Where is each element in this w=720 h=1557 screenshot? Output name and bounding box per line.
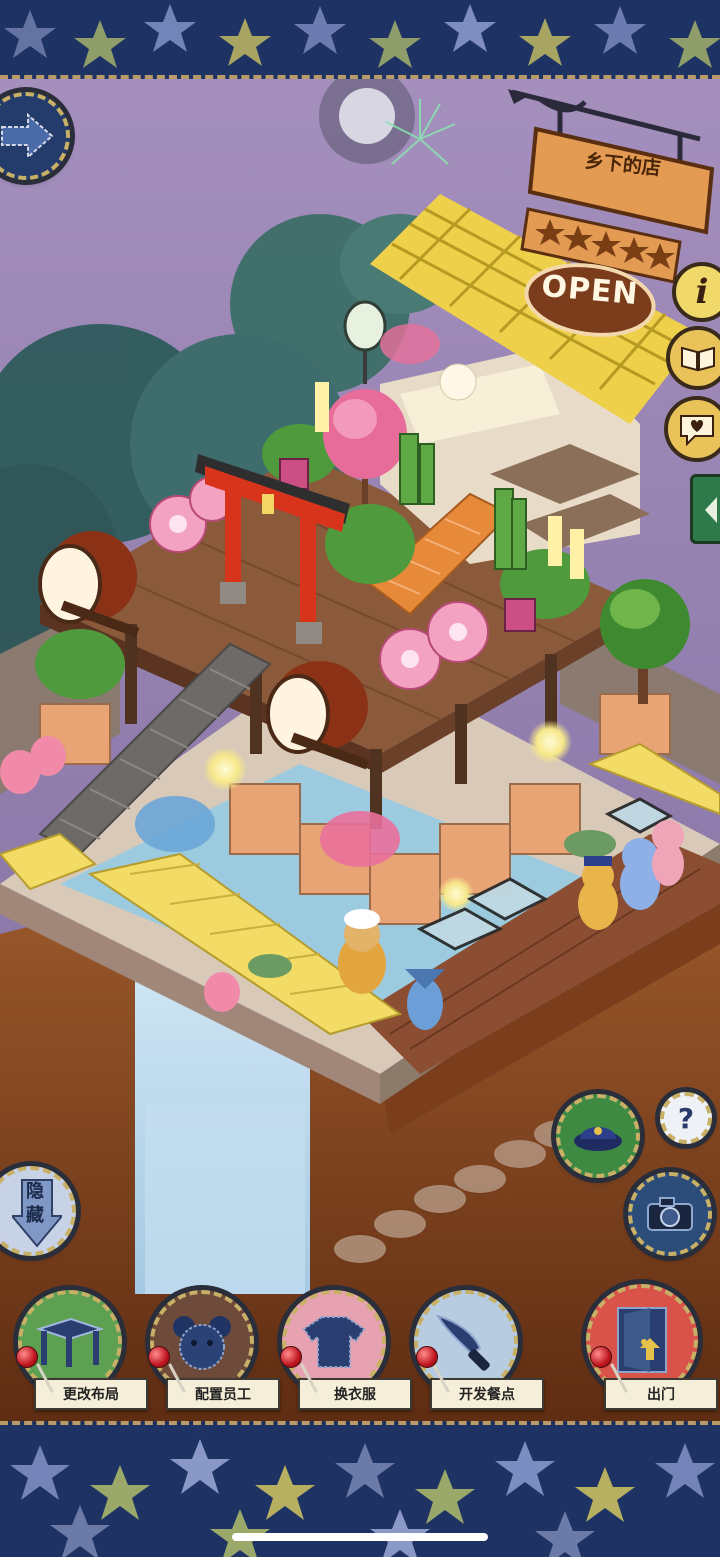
bear-head-icon	[173, 1316, 231, 1370]
recipe-book-icon	[681, 346, 715, 372]
star-decoration	[594, 6, 646, 54]
door-icon	[617, 1307, 667, 1373]
star-decoration	[669, 20, 720, 68]
pink-egg	[204, 972, 240, 1012]
star-decoration	[170, 1439, 230, 1494]
star-decoration	[655, 1443, 715, 1498]
star-decoration	[575, 1467, 635, 1522]
star-decoration	[294, 6, 346, 54]
star-decoration	[415, 1469, 475, 1524]
help-button[interactable]: ?	[660, 1092, 712, 1144]
star-decoration	[444, 4, 496, 52]
table-icon	[35, 1317, 105, 1367]
star-decoration	[90, 1465, 150, 1520]
pink-grass	[320, 811, 400, 867]
pushpin-icon	[416, 1346, 438, 1368]
lily-pad	[248, 954, 292, 978]
arrow-right-icon	[1, 113, 54, 159]
knife-icon	[435, 1314, 490, 1371]
pushpin-icon	[280, 1346, 302, 1368]
assign-staff-label: 配置员工	[166, 1378, 280, 1410]
star-decoration	[4, 10, 56, 58]
blue-grass	[135, 796, 215, 852]
star-decoration	[519, 18, 571, 66]
star-decoration	[144, 4, 196, 52]
star-decoration	[369, 20, 421, 68]
bear-chef-character	[338, 909, 386, 994]
home-indicator[interactable]	[232, 1533, 488, 1541]
police-hat-icon	[574, 1127, 622, 1151]
star-decoration	[74, 20, 126, 68]
star-border-top	[0, 0, 720, 80]
star-decoration	[10, 1445, 70, 1500]
pushpin-icon	[16, 1346, 38, 1368]
change-layout-label: 更改布局	[34, 1378, 148, 1410]
question-mark-icon: ?	[677, 1101, 695, 1135]
chevron-left-icon	[705, 497, 717, 523]
pushpin-icon	[148, 1346, 170, 1368]
star-decoration	[335, 1443, 395, 1498]
pink-bear-character	[652, 820, 684, 886]
costume-hat-button[interactable]	[556, 1094, 640, 1178]
shirt-icon	[302, 1316, 366, 1368]
star-decoration	[219, 18, 271, 66]
pushpin-icon	[590, 1346, 612, 1368]
star-decoration	[535, 1511, 595, 1557]
banner	[315, 382, 329, 432]
hide-ui-label: 隐藏	[26, 1181, 44, 1226]
scroll-right-tab[interactable]	[690, 474, 720, 544]
star-decoration	[255, 1465, 315, 1520]
camera-button[interactable]	[628, 1172, 712, 1256]
camera-icon	[647, 1197, 693, 1231]
change-clothes-label: 换衣服	[298, 1378, 412, 1410]
ceiling-lamp	[439, 363, 477, 401]
develop-menu-label: 开发餐点	[430, 1378, 544, 1410]
heart-speech-icon	[680, 415, 714, 446]
star-decoration	[495, 1441, 555, 1496]
star-decoration	[50, 1505, 110, 1557]
info-icon: i	[695, 272, 709, 312]
